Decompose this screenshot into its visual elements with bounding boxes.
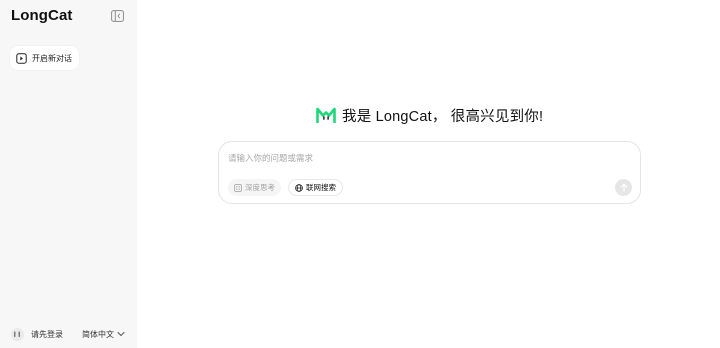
sidebar-footer: 请先登录 简体中文 (11, 326, 129, 342)
brand-title: LongCat (11, 7, 73, 24)
main-area: 我是 LongCat， 很高兴见到你! 深度思考 (137, 0, 720, 348)
login-button[interactable]: 请先登录 (11, 327, 63, 341)
cat-avatar-icon (11, 327, 24, 341)
new-chat-label: 开启新对话 (32, 53, 72, 63)
web-search-toggle[interactable]: 联网搜索 (288, 179, 343, 196)
send-button[interactable] (615, 179, 632, 196)
deep-think-label: 深度思考 (245, 183, 275, 192)
deep-think-toggle[interactable]: 深度思考 (228, 179, 281, 196)
new-chat-button[interactable]: 开启新对话 (10, 46, 79, 70)
globe-icon (295, 183, 303, 192)
prompt-input[interactable] (228, 151, 608, 165)
web-search-label: 联网搜索 (306, 183, 336, 192)
language-selector[interactable]: 简体中文 (82, 329, 125, 340)
arrow-up-icon (620, 183, 627, 192)
app-root: LongCat 开启新对话 请先登录 简体中文 我是 LongCat， 很高兴见… (0, 0, 720, 348)
language-label: 简体中文 (82, 329, 114, 339)
sidebar-collapse-icon (111, 10, 124, 22)
composer: 深度思考 联网搜索 (218, 141, 641, 204)
new-chat-icon (16, 52, 27, 64)
sidebar: LongCat 开启新对话 请先登录 简体中文 (0, 0, 137, 348)
login-label: 请先登录 (31, 329, 63, 339)
greeting-text: 我是 LongCat， 很高兴见到你! (342, 108, 544, 125)
sidebar-collapse-button[interactable] (111, 10, 124, 22)
greeting: 我是 LongCat， 很高兴见到你! (316, 105, 543, 125)
longcat-logo-icon (316, 107, 336, 123)
deep-think-icon (234, 183, 242, 192)
chevron-down-icon (117, 332, 125, 336)
